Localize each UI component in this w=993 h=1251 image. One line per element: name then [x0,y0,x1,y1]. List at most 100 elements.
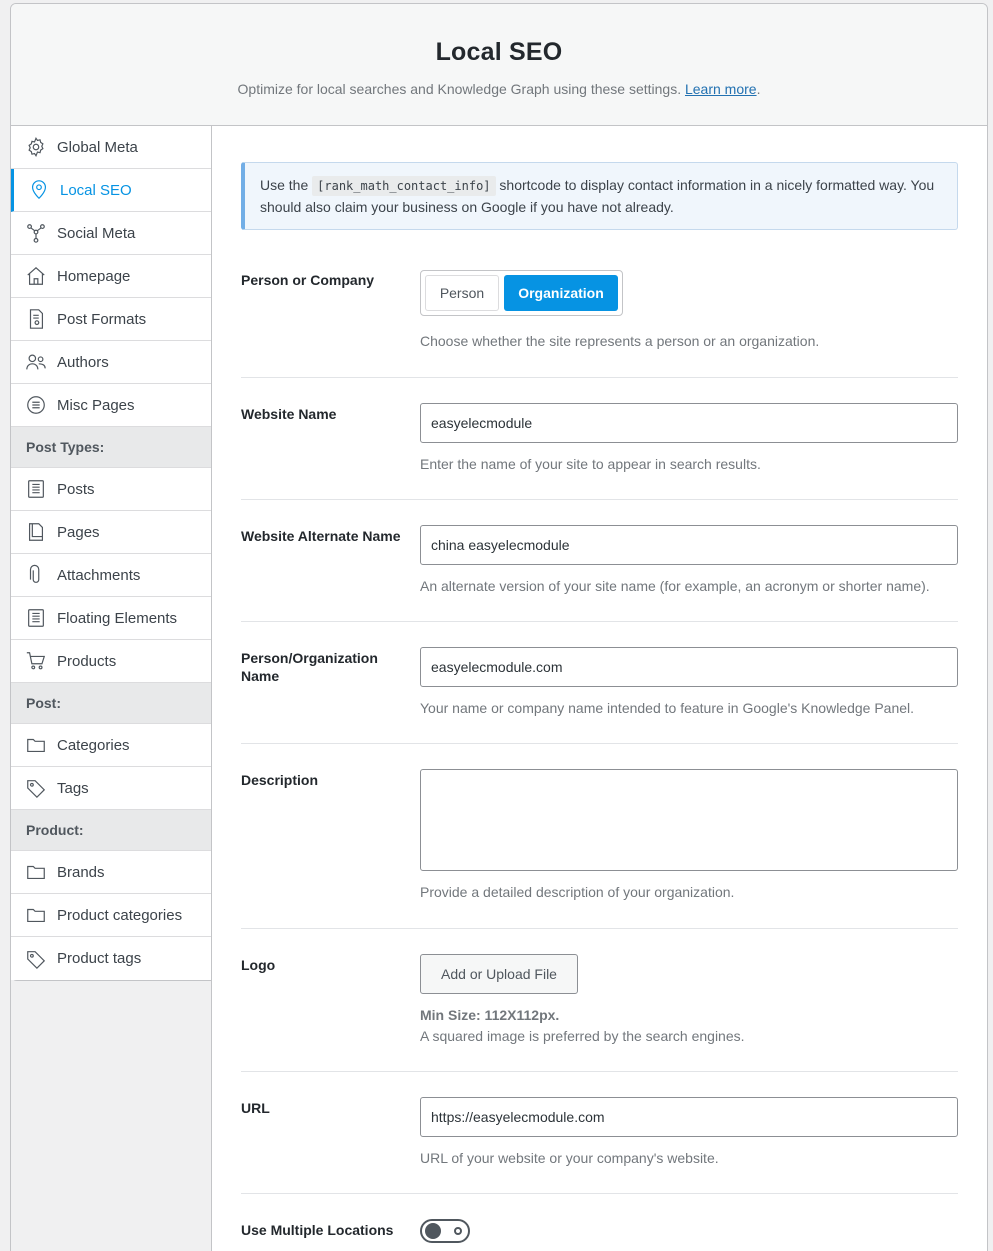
sidebar-group-post-types: Post Types: [11,427,211,468]
sidebar-item-local-seo[interactable]: Local SEO [11,169,211,212]
document-icon [28,480,44,498]
folder-icon [27,865,45,880]
post-format-icon [29,309,44,329]
sidebar-item-pages[interactable]: Pages [11,511,211,554]
sidebar-item-label: Homepage [57,267,131,285]
logo-desc: A squared image is preferred by the sear… [420,1028,745,1044]
pages-icon [28,523,44,541]
sidebar-item-label: Misc Pages [57,396,135,414]
sidebar-item-label: Post Formats [57,310,147,328]
multiple-locations-toggle[interactable] [420,1219,470,1243]
tag-icon [27,780,46,799]
document-icon [28,609,44,627]
row-description: Description Provide a detailed descripti… [241,744,958,929]
location-pin-icon [31,180,47,200]
person-company-desc: Choose whether the site represents a per… [420,333,820,349]
sidebar-item-label: Pages [57,523,100,541]
gear-icon [28,137,44,157]
website-name-input[interactable]: easyelecmodule [420,403,958,443]
cart-icon [26,652,46,670]
learn-more-link[interactable]: Learn more [685,81,757,97]
sidebar-item-global-meta[interactable]: Global Meta [11,126,211,169]
person-company-toggle: Person Organization [420,270,623,316]
row-website-name: Website Name easyelecmodule Enter the na… [241,378,958,500]
sidebar-item-posts[interactable]: Posts [11,468,211,511]
sidebar-item-label: Tags [57,779,89,797]
sidebar-item-label: Authors [57,353,109,371]
home-icon [27,266,45,285]
page-header: Local SEO Optimize for local searches an… [11,4,987,126]
sidebar-item-label: Local SEO [60,181,132,199]
multiple-locations-label: Use Multiple Locations [241,1222,394,1238]
url-input[interactable]: https://easyelecmodule.com [420,1097,958,1137]
sidebar-item-product-categories[interactable]: Product categories [11,894,211,937]
logo-min-size: Min Size: 112X112px. [420,1007,560,1023]
row-multiple-locations: Use Multiple Locations [241,1194,958,1251]
share-nodes-icon [27,224,45,243]
sidebar-item-homepage[interactable]: Homepage [11,255,211,298]
person-company-label: Person or Company [241,272,375,288]
sidebar: Global Meta Local SEO Social Meta Homepa… [11,126,212,1251]
toggle-knob [425,1223,441,1239]
row-logo: Logo Add or Upload File Min Size: 112X11… [241,929,958,1072]
sidebar-item-label: Brands [57,863,105,881]
sidebar-item-social-meta[interactable]: Social Meta [11,212,211,255]
organization-option-button[interactable]: Organization [504,275,618,311]
sidebar-group-post: Post: [11,683,211,724]
logo-label: Logo [241,957,276,973]
sidebar-item-products[interactable]: Products [11,640,211,683]
row-org-name: Person/Organization Name easyelecmodule.… [241,622,958,744]
settings-panel: Local SEO Optimize for local searches an… [10,3,988,1251]
sidebar-item-categories[interactable]: Categories [11,724,211,767]
page-title: Local SEO [435,38,563,66]
sidebar-item-brands[interactable]: Brands [11,851,211,894]
row-url: URL https://easyelecmodule.com URL of yo… [241,1072,958,1194]
sidebar-item-label: Social Meta [57,224,136,242]
sidebar-item-label: Floating Elements [57,609,178,627]
shortcode-notice: Use the [rank_math_contact_info] shortco… [241,162,958,230]
sidebar-item-label: Posts [57,480,95,498]
toggle-off-indicator [454,1227,462,1235]
description-label: Description [241,772,319,788]
website-name-desc: Enter the name of your site to appear in… [420,456,761,472]
page-subtitle: Optimize for local searches and Knowledg… [237,81,761,97]
url-desc: URL of your website or your company's we… [420,1150,719,1166]
tag-icon [27,950,46,969]
sidebar-item-label: Global Meta [57,138,138,156]
sidebar-item-misc-pages[interactable]: Misc Pages [11,384,211,427]
alt-name-desc: An alternate version of your site name (… [420,578,930,594]
url-label: URL [241,1100,270,1116]
users-icon [26,354,46,370]
description-textarea[interactable] [420,769,958,871]
sidebar-item-tags[interactable]: Tags [11,767,211,810]
sidebar-group-product: Product: [11,810,211,851]
row-alt-name: Website Alternate Name china easyelecmod… [241,500,958,622]
website-name-label: Website Name [241,406,337,422]
row-person-company: Person or Company Person Organization Ch… [241,230,958,378]
sidebar-item-label: Categories [57,736,130,754]
person-option-button[interactable]: Person [425,275,499,311]
org-name-desc: Your name or company name intended to fe… [420,700,915,716]
sidebar-item-label: Attachments [57,566,141,584]
sidebar-item-label: Product categories [57,906,183,924]
sidebar-nav: Global Meta Local SEO Social Meta Homepa… [11,126,212,981]
org-name-input[interactable]: easyelecmodule.com [420,647,958,687]
shortcode-code: [rank_math_contact_info] [312,176,496,196]
folder-icon [27,908,45,923]
upload-file-button[interactable]: Add or Upload File [420,954,578,994]
org-name-label: Person/Organization Name [241,650,378,684]
sidebar-item-post-formats[interactable]: Post Formats [11,298,211,341]
sidebar-item-label: Products [57,652,117,670]
description-desc: Provide a detailed description of your o… [420,884,735,900]
paperclip-icon [29,564,40,583]
alt-name-input[interactable]: china easyelecmodule [420,525,958,565]
sidebar-item-label: Product tags [57,950,142,967]
sidebar-item-authors[interactable]: Authors [11,341,211,384]
sidebar-item-floating-elements[interactable]: Floating Elements [11,597,211,640]
sidebar-item-attachments[interactable]: Attachments [11,554,211,597]
list-circle-icon [27,396,45,414]
folder-icon [27,738,45,753]
settings-form: Use the [rank_math_contact_info] shortco… [241,162,958,1251]
alt-name-label: Website Alternate Name [241,528,401,544]
sidebar-item-product-tags[interactable]: Product tags [11,937,211,980]
